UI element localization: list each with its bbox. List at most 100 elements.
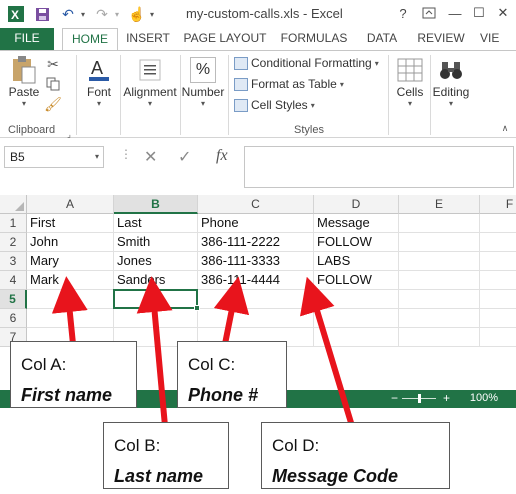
font-dropdown-icon: ▾ [96, 99, 101, 108]
cells-button[interactable]: Cells ▾ [392, 55, 428, 108]
alignment-dropdown-icon: ▾ [147, 99, 152, 108]
cell-styles-button[interactable]: Cell Styles ▾ [234, 96, 315, 114]
cell-c1[interactable]: Phone [198, 214, 314, 233]
zoom-out-icon[interactable]: − [391, 391, 398, 405]
cell-e1[interactable] [399, 214, 480, 233]
cell-d6[interactable] [314, 309, 399, 328]
collapse-ribbon-icon[interactable]: ∧ [498, 117, 512, 139]
cell-a2[interactable]: John [27, 233, 114, 252]
maximize-icon[interactable]: ☐ [466, 3, 492, 23]
alignment-button[interactable]: Alignment ▾ [120, 55, 180, 108]
cell-a3[interactable]: Mary [27, 252, 114, 271]
cell-d7[interactable] [314, 328, 399, 347]
editing-button[interactable]: Editing ▾ [430, 55, 472, 108]
tab-page-layout[interactable]: PAGE LAYOUT [182, 28, 268, 50]
cut-icon[interactable]: ✂ [44, 53, 62, 75]
cell-d2[interactable]: FOLLOW [314, 233, 399, 252]
cell-c4[interactable]: 386-111-4444 [198, 271, 314, 290]
cell-f7[interactable] [480, 328, 516, 347]
touch-mode-icon[interactable]: ☝ [126, 3, 148, 25]
cell-e4[interactable] [399, 271, 480, 290]
cell-e7[interactable] [399, 328, 480, 347]
column-header-a[interactable]: A [27, 195, 114, 214]
cell-e3[interactable] [399, 252, 480, 271]
cell-f3[interactable] [480, 252, 516, 271]
cell-a6[interactable] [27, 309, 114, 328]
cell-b3[interactable]: Jones [114, 252, 198, 271]
tab-review[interactable]: REVIEW [412, 28, 470, 50]
row-header-2[interactable]: 2 [0, 233, 27, 252]
redo-dropdown-icon[interactable]: ▾ [112, 3, 122, 25]
tab-formulas[interactable]: FORMULAS [278, 28, 350, 50]
column-header-f[interactable]: F [480, 195, 516, 214]
cell-e6[interactable] [399, 309, 480, 328]
font-button[interactable]: A Font ▾ [82, 55, 116, 108]
cell-a5[interactable] [27, 290, 114, 309]
cancel-entry-icon[interactable]: ✕ [144, 147, 157, 167]
cell-d1[interactable]: Message [314, 214, 399, 233]
cell-e5[interactable] [399, 290, 480, 309]
row-header-3[interactable]: 3 [0, 252, 27, 271]
row-header-1[interactable]: 1 [0, 214, 27, 233]
cell-f5[interactable] [480, 290, 516, 309]
formula-bar: B5 ▾ ⋮ ✕ ✓ fx [0, 138, 516, 194]
ribbon-display-options-icon[interactable] [416, 3, 442, 23]
customize-toolbar-icon[interactable]: ▾ [146, 3, 158, 25]
copy-icon[interactable] [44, 73, 62, 95]
column-header-d[interactable]: D [314, 195, 399, 214]
help-button[interactable]: ? [390, 3, 416, 23]
column-header-c[interactable]: C [198, 195, 314, 214]
minimize-icon[interactable]: — [442, 3, 468, 23]
cell-c6[interactable] [198, 309, 314, 328]
name-box-dropdown-icon: ▾ [94, 152, 99, 161]
zoom-level[interactable]: 100% [470, 392, 498, 404]
tab-file[interactable]: FILE [0, 28, 54, 50]
zoom-in-icon[interactable]: + [443, 391, 450, 405]
paste-button[interactable]: Paste ▾ [6, 55, 42, 108]
row-header-6[interactable]: 6 [0, 309, 27, 328]
name-box[interactable]: B5 ▾ [4, 146, 104, 168]
cell-f2[interactable] [480, 233, 516, 252]
tab-data[interactable]: DATA [360, 28, 404, 50]
format-painter-icon[interactable]: 🖌 [44, 93, 62, 115]
tab-home[interactable]: HOME [62, 28, 118, 51]
enter-entry-icon[interactable]: ✓ [178, 147, 191, 167]
cell-f4[interactable] [480, 271, 516, 290]
number-button[interactable]: % Number ▾ [180, 55, 226, 108]
cell-styles-label: Cell Styles [251, 98, 308, 112]
zoom-slider-thumb[interactable] [418, 394, 421, 403]
cell-b6[interactable] [114, 309, 198, 328]
cell-f6[interactable] [480, 309, 516, 328]
tab-view[interactable]: VIE [480, 28, 516, 50]
redo-icon[interactable]: ↷ [92, 3, 112, 25]
undo-icon[interactable]: ↶ [58, 3, 78, 25]
cell-d4[interactable]: FOLLOW [314, 271, 399, 290]
undo-dropdown-icon[interactable]: ▾ [78, 3, 88, 25]
row-header-5[interactable]: 5 [0, 290, 27, 309]
cell-b2[interactable]: Smith [114, 233, 198, 252]
cell-a4[interactable]: Mark [27, 271, 114, 290]
formula-input[interactable] [244, 146, 514, 188]
insert-function-icon[interactable]: fx [216, 147, 228, 165]
row-header-4[interactable]: 4 [0, 271, 27, 290]
cell-b4[interactable]: Sanders [114, 271, 198, 290]
active-cell-border[interactable] [113, 289, 198, 309]
close-icon[interactable]: ✕ [490, 3, 516, 23]
cell-e2[interactable] [399, 233, 480, 252]
cell-b1[interactable]: Last [114, 214, 198, 233]
select-all-button[interactable] [0, 195, 27, 214]
tab-insert[interactable]: INSERT [122, 28, 174, 50]
cell-c3[interactable]: 386-111-3333 [198, 252, 314, 271]
cell-f1[interactable] [480, 214, 516, 233]
cell-a1[interactable]: First [27, 214, 114, 233]
cell-c2[interactable]: 386-111-2222 [198, 233, 314, 252]
column-header-e[interactable]: E [399, 195, 480, 214]
fill-handle[interactable] [194, 305, 200, 311]
conditional-formatting-button[interactable]: Conditional Formatting ▾ [234, 54, 379, 72]
cell-d3[interactable]: LABS [314, 252, 399, 271]
column-header-b[interactable]: B [114, 195, 198, 214]
cell-c5[interactable] [198, 290, 314, 309]
save-icon[interactable] [32, 3, 52, 25]
cell-d5[interactable] [314, 290, 399, 309]
format-as-table-button[interactable]: Format as Table ▾ [234, 75, 344, 93]
